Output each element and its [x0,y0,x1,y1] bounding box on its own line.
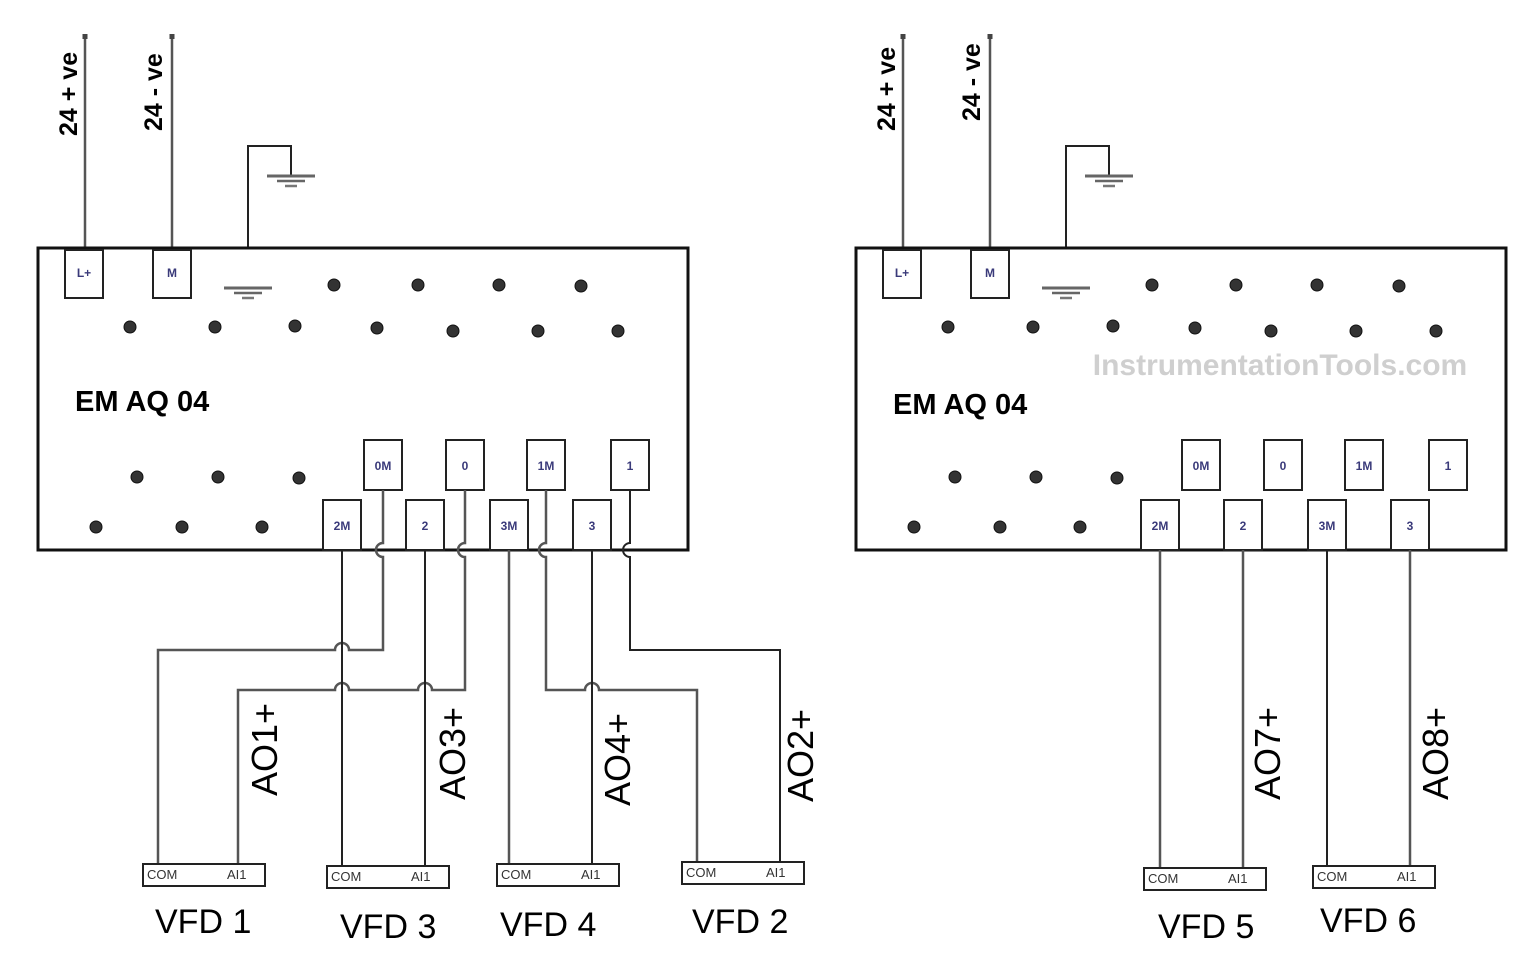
screw-dot-icon [1349,324,1363,338]
terminal-label: 0 [1280,459,1287,473]
signal-label: AO7+ [1247,707,1288,800]
screw-dot-icon [1392,279,1406,293]
screw-dot-icon [130,470,144,484]
screw-dot-icon [531,324,545,338]
screw-dot-icon [993,520,1007,534]
screw-dot-icon [89,520,103,534]
screw-dot-icon [1073,520,1087,534]
terminal-l-plus-label: L+ [77,266,91,280]
terminal-m-label: M [985,266,995,280]
screw-dot-icon [1029,470,1043,484]
screw-dot-icon [1106,319,1120,333]
watermark: InstrumentationTools.com [1093,349,1467,382]
signal-label: AO8+ [1415,707,1456,800]
vfd-ai1-label: AI1 [581,867,601,882]
terminal-label: 0 [462,459,469,473]
terminal-label: 0M [375,459,392,473]
terminal-m-label: M [167,266,177,280]
vfd-com-label: COM [686,865,716,880]
vfd-ai1-label: AI1 [1228,871,1248,886]
terminal-label: 3M [501,519,518,533]
vfd-label: VFD 3 [340,908,436,946]
supply-negative-terminal-icon [987,34,993,39]
screw-dot-icon [574,279,588,293]
screw-dot-icon [492,278,506,292]
terminal-label: 1M [1356,459,1373,473]
screw-dot-icon [208,320,222,334]
signal-label: AO3+ [432,707,473,800]
screw-dot-icon [211,470,225,484]
terminal-label: 3M [1319,519,1336,533]
screw-dot-icon [907,520,921,534]
supply-positive-label: 24 + ve [55,52,83,136]
vfd-com-label: COM [501,867,531,882]
screw-dot-icon [123,320,137,334]
terminal-label: 3 [1407,519,1414,533]
screw-dot-icon [1110,471,1124,485]
screw-dot-icon [255,520,269,534]
screw-dot-icon [370,321,384,335]
vfd-ai1-label: AI1 [1397,869,1417,884]
vfd-ai1-label: AI1 [766,865,786,880]
terminal-label: 1 [627,459,634,473]
vfd-label: VFD 1 [155,903,251,941]
screw-dot-icon [175,520,189,534]
screw-dot-icon [1188,321,1202,335]
terminal-label: 2 [422,519,429,533]
screw-dot-icon [446,324,460,338]
terminal-label: 2M [334,519,351,533]
terminal-label: 3 [589,519,596,533]
terminal-label: 0M [1193,459,1210,473]
screw-dot-icon [327,278,341,292]
supply-positive-label: 24 + ve [873,47,901,131]
supply-negative-label: 24 - ve [958,43,986,121]
vfd-label: VFD 6 [1320,902,1416,940]
vfd-label: VFD 5 [1158,908,1254,946]
wiring-diagram: 24 + ve 24 - veL+ MEM AQ 040M 0 1M 12M 2 3M 3COM… [36,34,1508,946]
screw-dot-icon [611,324,625,338]
vfd-ai1-label: AI1 [227,867,247,882]
signal-label: AO1+ [244,703,285,796]
screw-dot-icon [941,320,955,334]
vfd-com-label: COM [147,867,177,882]
screw-dot-icon [288,319,302,333]
terminal-l-plus-label: L+ [895,266,909,280]
right-module: 24 + ve 24 - ve L+ M EM AQ 04 0M 0 1M 1 2M 2 3M 3 COM… [854,34,1508,946]
supply-negative-terminal-icon [169,34,175,39]
vfd-com-label: COM [1317,869,1347,884]
supply-positive-terminal-icon [82,34,88,39]
screw-dot-icon [1026,320,1040,334]
screw-dot-icon [1429,324,1443,338]
module-title: EM AQ 04 [75,386,209,418]
vfd-com-label: COM [331,869,361,884]
screw-dot-icon [1264,324,1278,338]
vfd-ai1-label: AI1 [411,869,431,884]
screw-dot-icon [948,470,962,484]
screw-dot-icon [1145,278,1159,292]
left-module: 24 + ve 24 - ve L+ M EM AQ 04 0M 0 1M 1 2M 2 3M 3 COM… [36,34,821,946]
signal-label: AO4+ [597,713,638,806]
vfd-com-label: COM [1148,871,1178,886]
vfd-label: VFD 2 [692,903,788,941]
terminal-label: 2M [1152,519,1169,533]
supply-positive-terminal-icon [900,34,906,39]
vfd-label: VFD 4 [500,906,596,944]
screw-dot-icon [1310,278,1324,292]
terminal-label: 2 [1240,519,1247,533]
supply-negative-label: 24 - ve [140,53,168,131]
terminal-label: 1 [1445,459,1452,473]
terminal-label: 1M [538,459,555,473]
screw-dot-icon [1229,278,1243,292]
module-title: EM AQ 04 [893,389,1027,421]
screw-dot-icon [411,278,425,292]
screw-dot-icon [292,471,306,485]
signal-label: AO2+ [780,709,821,802]
